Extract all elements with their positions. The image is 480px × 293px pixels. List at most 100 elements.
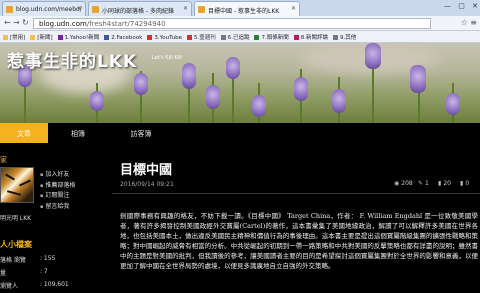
bookmarks-bar: [常用] [新聞] 1.Yahoo!新聞 2.Facebook 3.YouTube 5.壹… <box>0 31 480 43</box>
like-icon: ▮ <box>438 180 442 187</box>
favicon-icon <box>6 6 13 13</box>
eye-icon: ◉ <box>394 180 400 187</box>
back-icon[interactable]: ← <box>4 18 11 27</box>
address-bar[interactable]: blog.udn.com/fresh4start/74294940 <box>33 18 431 29</box>
lavender-flower <box>294 77 308 101</box>
lavender-flower <box>365 43 381 69</box>
bookmark-favicon-icon <box>332 35 338 40</box>
browser-tab-1[interactable]: blog.udn.com/meebo/ ✕ <box>2 1 86 16</box>
browser-tab-3[interactable]: 目標中國 - 惹事生非的LKK ✕ <box>194 1 300 16</box>
sidebar-links: 加入好友 推薦部落格 訂閱關注 留言給我 <box>40 170 75 212</box>
bookmark-favicon-icon <box>254 35 260 40</box>
lavender-flower <box>206 85 220 109</box>
bookmark-item[interactable]: 5.壹週刊 <box>184 31 216 41</box>
maximize-icon[interactable]: ▢ <box>458 2 465 10</box>
bookmark-favicon-icon <box>30 35 36 40</box>
add-friend-link[interactable]: 加入好友 <box>40 170 75 181</box>
profile-row: 量 : 7 <box>0 268 48 277</box>
lavender-flower <box>252 95 266 117</box>
profile-row-value: : 155 <box>40 255 56 262</box>
avatar[interactable] <box>0 167 34 203</box>
bookmark-label: 5.壹週刊 <box>193 35 216 41</box>
bookmark-favicon-icon <box>220 35 226 40</box>
bookmark-label: 6.已追蹤 <box>227 35 250 41</box>
forward-icon[interactable]: → <box>13 18 20 27</box>
close-tab-icon[interactable]: ✕ <box>183 5 188 12</box>
bookmark-item[interactable]: 8.新聞評論 <box>291 31 328 41</box>
profile-row-value: : 109,601 <box>40 281 69 288</box>
article-date: 2016/09/14 09:21 <box>120 181 174 188</box>
leave-message-link[interactable]: 留言給我 <box>40 202 75 213</box>
bookmark-item[interactable]: 2.Facebook <box>101 33 142 41</box>
bookmark-item[interactable]: 9.其他 <box>330 31 356 41</box>
bookmark-favicon-icon <box>186 35 192 40</box>
profile-row-label: 瀏覽人 <box>0 283 19 290</box>
blog-title[interactable]: 惹事生非的LKK <box>7 47 137 72</box>
article-main: 目標中國 2016/09/14 09:21 ◉ 208 ✎ 1 ▮ 20 ▮ 0 劍國際… <box>112 143 480 293</box>
profile-row-label: 量 <box>0 270 7 277</box>
profile-row-value: : 7 <box>40 268 48 275</box>
bookmark-item[interactable]: 7.頭條新聞 <box>251 31 289 41</box>
window-controls: — ▢ ✕ <box>439 2 478 10</box>
star-icon[interactable]: ☆ ≡ <box>461 18 477 27</box>
bookmark-item[interactable]: 1.Yahoo!新聞 <box>55 31 100 41</box>
bookmark-favicon-icon <box>3 35 8 40</box>
tab-label: 小同球的部落格 - 多肉紀錄 <box>102 8 174 15</box>
bookmark-item[interactable]: [常用] <box>0 31 25 41</box>
browser-toolbar: ← → ↻ blog.udn.com/fresh4start/74294940 … <box>0 16 480 31</box>
owner-name[interactable]: 明光明 LKK <box>0 213 31 222</box>
favicon-icon <box>198 6 205 13</box>
bookmark-item[interactable]: 6.已追蹤 <box>218 31 250 41</box>
bookmark-favicon-icon <box>104 35 110 40</box>
blog-nav: 文章 相簿 訪客簿 <box>0 123 480 143</box>
blog-subtitle: Let's Kill Kill <box>152 55 182 61</box>
nav-album[interactable]: 相簿 <box>58 123 98 143</box>
url-host: blog.udn.com <box>39 20 87 28</box>
article-title[interactable]: 目標中國 <box>120 159 172 178</box>
lavender-flower <box>90 91 104 111</box>
lavender-flower <box>410 65 426 93</box>
tab-label: 目標中國 - 惹事生非的LKK <box>208 8 280 15</box>
profile-row-label: 落格 瀏覽 <box>0 257 26 264</box>
article-body: 劍國際事務有興趣的格友，不妨下載一讀。《目標中國》 Target China，作… <box>120 212 478 270</box>
close-tab-icon[interactable]: ✕ <box>77 5 82 12</box>
close-tab-icon[interactable]: ✕ <box>291 5 296 12</box>
bookmark-item[interactable]: [新聞] <box>27 31 53 41</box>
close-window-icon[interactable]: ✕ <box>472 2 478 10</box>
browser-tab-2[interactable]: 小同球的部落格 - 多肉紀錄 ✕ <box>88 1 192 16</box>
bookmark-label: 8.新聞評論 <box>300 35 328 41</box>
blog-banner: 惹事生非的LKK Let's Kill Kill <box>0 43 480 123</box>
lavender-flower <box>446 93 460 115</box>
bookmark-item[interactable]: 3.YouTube <box>144 33 182 41</box>
tab-strip: blog.udn.com/meebo/ ✕ 小同球的部落格 - 多肉紀錄 ✕ 目… <box>0 0 480 16</box>
lavender-flower <box>134 73 148 95</box>
lavender-flower <box>182 63 196 89</box>
favicon-icon <box>92 6 99 13</box>
tab-label: blog.udn.com/meebo/ <box>16 6 82 13</box>
bookmark-label: 3.YouTube <box>154 35 182 41</box>
reload-icon[interactable]: ↻ <box>22 18 29 27</box>
nav-articles[interactable]: 文章 <box>0 123 48 143</box>
share-count[interactable]: ▮ 0 <box>460 180 469 187</box>
bookmark-label: 1.Yahoo!新聞 <box>64 35 100 41</box>
lavender-flower <box>226 57 240 79</box>
lavender-flower <box>332 89 346 113</box>
comment-count[interactable]: ✎ 1 <box>418 180 429 187</box>
sidebar: 家 加入好友 推薦部落格 訂閱關注 留言給我 明光明 LKK 人小檔案 落格 瀏… <box>0 143 112 293</box>
view-count: ◉ 208 <box>394 180 413 187</box>
share-icon: ▮ <box>460 180 464 187</box>
bookmark-label: 9.其他 <box>339 35 357 41</box>
nav-guestbook[interactable]: 訪客簿 <box>116 123 166 143</box>
sidebar-title: 家 <box>0 156 7 164</box>
divider <box>112 193 480 194</box>
profile-title: 人小檔案 <box>0 240 32 249</box>
recommend-blog-link[interactable]: 推薦部落格 <box>40 181 75 192</box>
bookmark-favicon-icon <box>57 35 63 40</box>
bookmark-favicon-icon <box>293 35 299 40</box>
profile-row: 落格 瀏覽 : 155 <box>0 255 55 264</box>
bookmark-label: [新聞] <box>37 35 53 41</box>
like-count[interactable]: ▮ 20 <box>438 180 451 187</box>
bookmark-favicon-icon <box>147 35 153 40</box>
minimize-icon[interactable]: — <box>444 2 451 10</box>
subscribe-link[interactable]: 訂閱關注 <box>40 191 75 202</box>
